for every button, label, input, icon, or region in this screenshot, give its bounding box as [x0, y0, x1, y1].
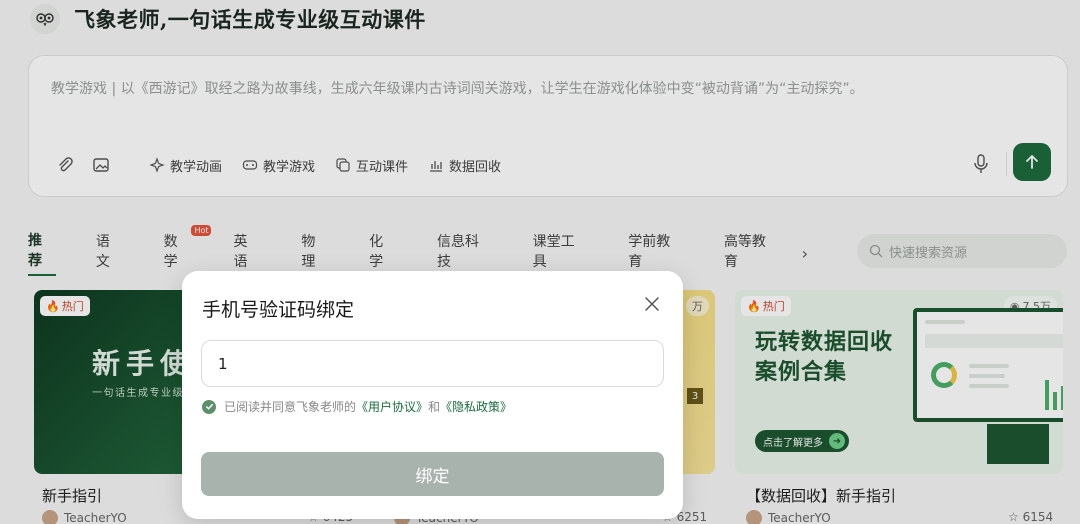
- bind-button[interactable]: 绑定: [201, 452, 664, 496]
- dialog-title: 手机号验证码绑定: [202, 299, 355, 321]
- agreement-text: 已阅读并同意飞象老师的: [224, 400, 357, 414]
- verification-code-input[interactable]: [201, 340, 664, 387]
- phone-binding-dialog: 手机号验证码绑定 已阅读并同意飞象老师的 《用户协议》 和 《隐私政策》 绑定: [182, 271, 683, 519]
- agreement-conjunction: 和: [428, 400, 441, 414]
- close-icon[interactable]: [643, 295, 661, 313]
- checkbox-checked-icon[interactable]: [202, 399, 216, 414]
- privacy-policy-link[interactable]: 《隐私政策》: [440, 398, 512, 415]
- user-agreement-link[interactable]: 《用户协议》: [356, 398, 428, 415]
- agreement-row: 已阅读并同意飞象老师的 《用户协议》 和 《隐私政策》: [202, 398, 512, 415]
